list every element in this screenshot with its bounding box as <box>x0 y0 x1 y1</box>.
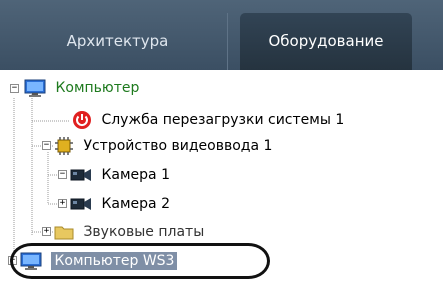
tab-equipment[interactable]: Оборудование <box>240 13 412 70</box>
camera-icon <box>70 169 91 181</box>
equipment-window: Архитектура Оборудование − Компьютер Слу… <box>0 0 443 282</box>
equipment-tree: − Компьютер Служба перезагрузки системы … <box>0 70 443 282</box>
tree-item-video-input[interactable]: Устройство видеоввода 1 <box>54 134 272 158</box>
tree-expander[interactable]: − <box>42 141 51 150</box>
tree-item-computer[interactable]: Компьютер <box>24 76 139 100</box>
tree-item-label: Устройство видеоввода 1 <box>83 138 273 154</box>
tree-expander[interactable]: − <box>10 84 19 93</box>
tree-expander[interactable]: − <box>58 170 67 179</box>
folder-icon <box>54 226 74 240</box>
power-icon <box>73 111 91 129</box>
tree-expander[interactable]: + <box>42 227 51 236</box>
camera-icon <box>70 198 91 210</box>
tree-item-camera-1[interactable]: Камера 1 <box>70 163 170 187</box>
tree-expander[interactable]: + <box>8 256 17 265</box>
tree-item-label: Камера 2 <box>101 196 170 212</box>
tree-item-reboot-service[interactable]: Служба перезагрузки системы 1 <box>72 108 344 132</box>
chip-icon <box>55 137 73 155</box>
tab-architecture[interactable]: Архитектура <box>8 13 228 70</box>
tree-item-sound-cards[interactable]: Звуковые платы <box>54 220 204 244</box>
tree-item-label: Компьютер WS3 <box>51 252 178 270</box>
tree-item-computer-ws3[interactable]: Компьютер WS3 <box>20 249 178 273</box>
tree-item-camera-2[interactable]: Камера 2 <box>70 192 170 216</box>
tree-item-label: Звуковые платы <box>83 224 205 240</box>
tab-bar: Архитектура Оборудование <box>0 0 443 70</box>
tree-item-label: Компьютер <box>55 80 140 96</box>
tree-item-label: Камера 1 <box>101 167 170 183</box>
monitor-icon <box>24 79 46 97</box>
monitor-icon <box>20 252 42 270</box>
tree-expander[interactable]: + <box>58 199 67 208</box>
tree-item-label: Служба перезагрузки системы 1 <box>101 112 345 128</box>
